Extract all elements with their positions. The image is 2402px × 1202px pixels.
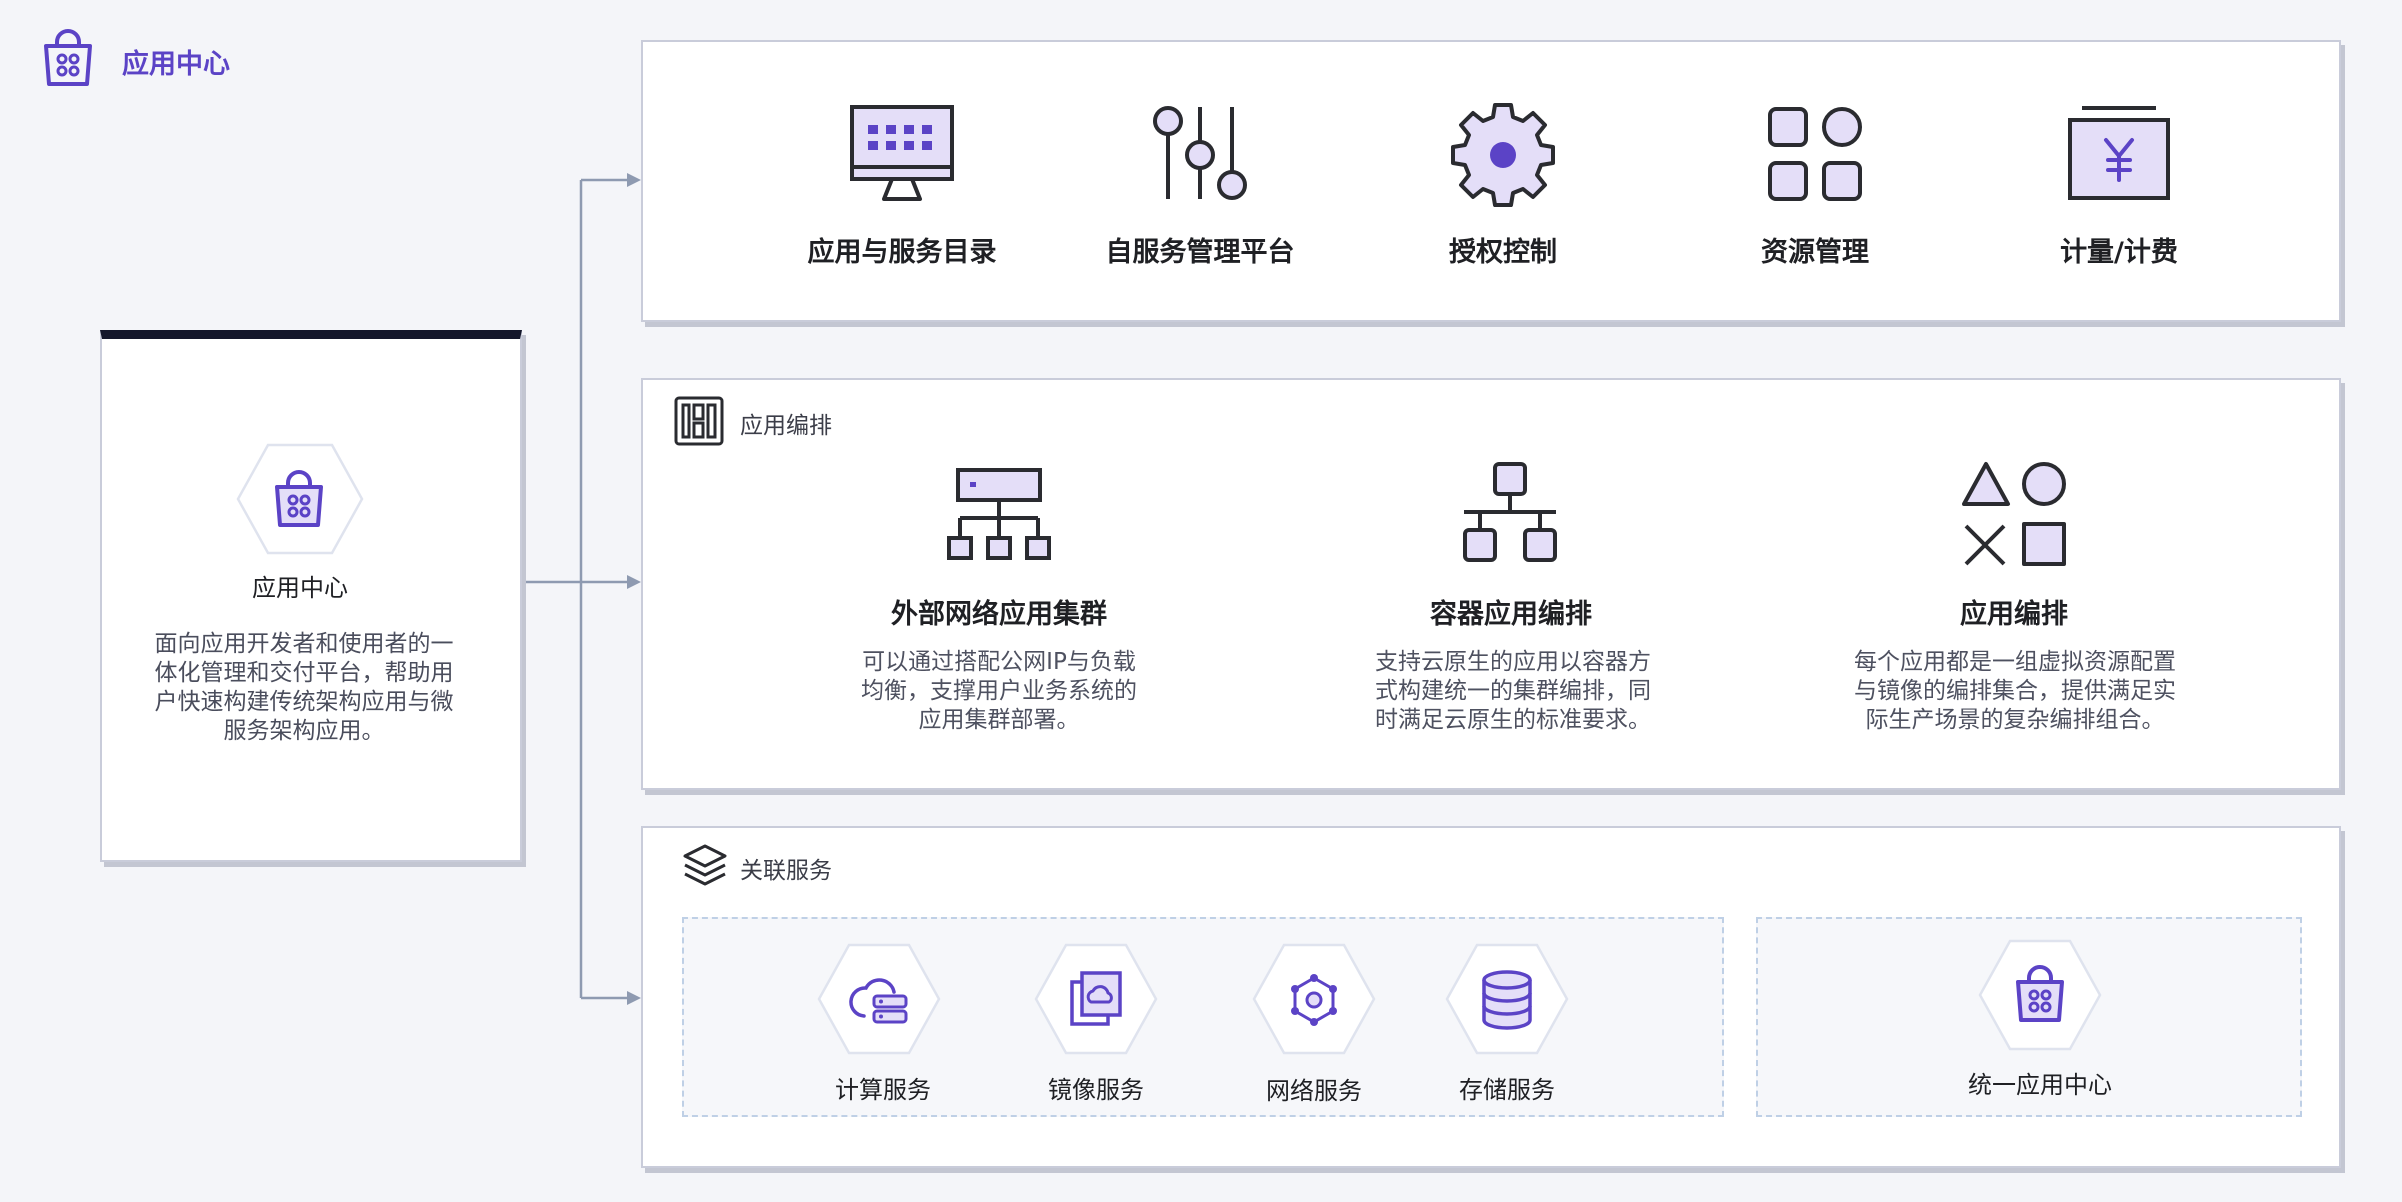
service-label-network: 网络服务 bbox=[1266, 1077, 1362, 1105]
service-label-compute: 计算服务 bbox=[835, 1076, 931, 1104]
service-label-unified: 统一应用中心 bbox=[1968, 1071, 2112, 1099]
service-label-image: 镜像服务 bbox=[1048, 1076, 1144, 1104]
compute-icon bbox=[849, 978, 908, 1024]
image-icon bbox=[1070, 971, 1122, 1026]
shopping-bag-icon bbox=[2016, 965, 2064, 1022]
network-icon bbox=[1291, 974, 1337, 1026]
service-label-storage: 存储服务 bbox=[1459, 1076, 1555, 1104]
database-icon bbox=[1482, 970, 1532, 1030]
